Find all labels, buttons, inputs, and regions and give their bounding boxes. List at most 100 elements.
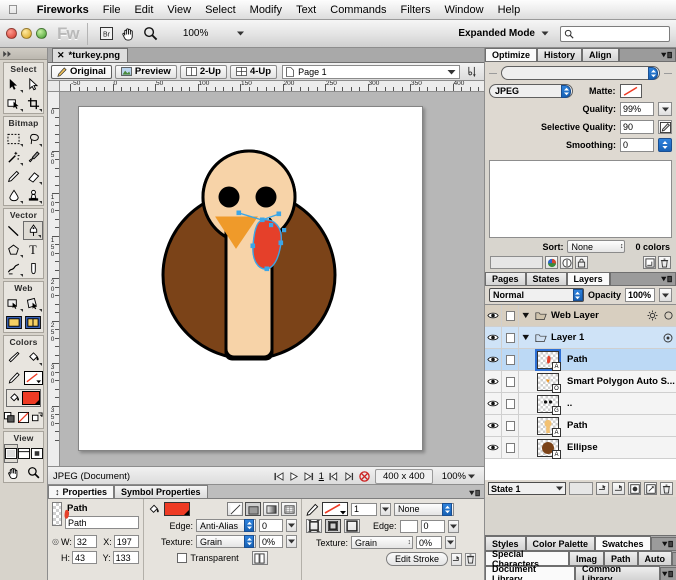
menu-item-edit[interactable]: Edit xyxy=(127,4,160,16)
pencil-tool[interactable] xyxy=(4,167,24,186)
rectangle-hotspot-tool[interactable] xyxy=(4,294,24,313)
lock-toggle[interactable] xyxy=(502,349,519,370)
turkey-artwork[interactable] xyxy=(79,107,422,450)
lock-toggle[interactable] xyxy=(502,371,519,392)
hand-icon[interactable] xyxy=(118,24,140,44)
tab-optimize[interactable]: Optimize xyxy=(485,48,538,61)
stroke-pencil-icon[interactable] xyxy=(306,503,319,516)
chevron-down-icon[interactable] xyxy=(447,69,456,75)
optimize-format-select[interactable]: JPEG xyxy=(489,84,573,98)
page-selector[interactable]: Page 1 xyxy=(282,64,460,79)
lock-toggle[interactable] xyxy=(502,393,519,414)
layer-row-eyes[interactable]: G .. xyxy=(485,393,676,415)
freeform-tool[interactable] xyxy=(4,259,24,278)
quality-dropdown[interactable] xyxy=(658,102,672,116)
special-characters-panel-menu[interactable] xyxy=(672,552,676,565)
menu-item-modify[interactable]: Modify xyxy=(243,4,289,16)
horizontal-ruler[interactable]: -50 0 50 100 150 200 250 300 350 400 xyxy=(60,81,484,92)
layer-target-icon[interactable] xyxy=(660,333,676,343)
stroke-texture-amount-dropdown[interactable] xyxy=(445,536,457,549)
eyedropper-tool[interactable] xyxy=(4,348,24,367)
tab-history[interactable]: History xyxy=(537,48,583,61)
fill-color-tool[interactable] xyxy=(7,391,22,405)
magic-wand-tool[interactable] xyxy=(4,148,24,167)
stroke-width-field[interactable]: 1 xyxy=(351,502,377,516)
hand-tool[interactable] xyxy=(4,463,24,482)
magnifier-icon[interactable] xyxy=(140,24,162,44)
rectangle-tool[interactable] xyxy=(4,240,24,259)
crop-tool[interactable] xyxy=(24,94,44,113)
stroke-outside-path-button[interactable] xyxy=(344,519,360,533)
blend-mode-select[interactable]: Normal xyxy=(489,288,584,302)
fill-edge-amount[interactable]: 0 xyxy=(259,519,283,532)
visibility-toggle[interactable] xyxy=(485,371,502,392)
matte-color-swatch[interactable] xyxy=(619,84,642,98)
tools-collapse-handle[interactable] xyxy=(0,48,47,60)
search-input[interactable] xyxy=(560,25,670,42)
full-screen-mode[interactable] xyxy=(30,444,44,463)
lock-toggle[interactable] xyxy=(502,327,519,348)
visibility-toggle[interactable] xyxy=(485,349,502,370)
tab-pages[interactable]: Pages xyxy=(485,272,526,285)
properties-panel-menu[interactable] xyxy=(208,489,484,498)
width-field[interactable]: 32 xyxy=(73,535,98,548)
canvas[interactable] xyxy=(78,106,423,451)
menu-item-text[interactable]: Text xyxy=(289,4,323,16)
sort-select[interactable]: None ↕ xyxy=(567,240,626,253)
text-tool[interactable]: T xyxy=(24,240,44,259)
layer-row-path-head[interactable]: A Path xyxy=(485,415,676,437)
fill-pattern-button[interactable] xyxy=(281,502,297,516)
bridge-icon[interactable]: Br xyxy=(96,24,118,44)
fill-bucket-icon[interactable] xyxy=(148,503,161,516)
stop-icon[interactable] xyxy=(359,471,370,482)
menu-item-file[interactable]: File xyxy=(96,4,128,16)
pen-tool[interactable] xyxy=(23,221,43,240)
menu-item-fireworks[interactable]: Fireworks xyxy=(30,4,96,16)
lasso-tool[interactable] xyxy=(24,129,44,148)
fill-edge-spinner[interactable] xyxy=(244,519,254,532)
visibility-toggle[interactable] xyxy=(485,437,502,458)
visibility-toggle[interactable] xyxy=(485,327,502,348)
layer-row-layer-1[interactable]: Layer 1 xyxy=(485,327,676,349)
stroke-width-dropdown[interactable] xyxy=(380,502,391,516)
layers-list[interactable]: Web Layer Layer 1 A Path O Smart Polygon… xyxy=(485,304,676,480)
layers-panel-menu[interactable] xyxy=(609,272,676,285)
edit-stroke-button[interactable]: Edit Stroke xyxy=(385,552,448,566)
polygon-hotspot-tool[interactable] xyxy=(24,294,44,313)
layer-thumbnail[interactable]: A xyxy=(533,416,563,437)
selective-quality-field[interactable]: 90 xyxy=(620,120,654,134)
lock-color-icon[interactable] xyxy=(575,256,588,269)
search-field[interactable] xyxy=(574,27,664,40)
layer-row-path-selected[interactable]: A Path xyxy=(485,348,676,371)
delete-color-icon[interactable] xyxy=(658,256,671,269)
menu-item-view[interactable]: View xyxy=(160,4,198,16)
fill-color-swatch[interactable] xyxy=(22,391,40,405)
smoothing-field[interactable]: 0 xyxy=(620,138,654,152)
new-layer-icon[interactable] xyxy=(644,482,657,495)
polygon-slice-tool[interactable] xyxy=(24,313,44,332)
stroke-texture-spinner[interactable]: ↕ xyxy=(408,539,412,546)
pointer-tool[interactable] xyxy=(4,75,24,94)
y-field[interactable]: 133 xyxy=(112,551,139,564)
x-field[interactable]: 197 xyxy=(113,535,139,548)
paint-bucket-tool[interactable] xyxy=(24,348,44,367)
ruler-corner[interactable] xyxy=(48,81,60,92)
transparent-checkbox[interactable] xyxy=(177,553,188,563)
layer-row-ellipse[interactable]: A Ellipse xyxy=(485,437,676,459)
state-select[interactable]: State 1 xyxy=(488,482,566,495)
tab-symbol-properties[interactable]: Symbol Properties xyxy=(114,485,208,498)
opacity-slider-dropdown[interactable] xyxy=(659,288,672,302)
optimize-preset-select[interactable] xyxy=(501,66,660,80)
tab-common-library[interactable]: Common Library xyxy=(574,564,660,580)
delete-layer-icon[interactable] xyxy=(660,482,673,495)
selective-quality-options-icon[interactable] xyxy=(658,120,672,134)
view-2up-button[interactable]: 2-Up xyxy=(179,64,227,79)
vertical-ruler[interactable]: 0 50 100 150 200 250 300 350 xyxy=(48,92,60,466)
lock-toggle[interactable] xyxy=(502,415,519,436)
fill-solid-button[interactable] xyxy=(245,502,261,516)
color-table[interactable] xyxy=(489,160,672,238)
height-field[interactable]: 43 xyxy=(71,551,97,564)
no-stroke-or-fill-icon[interactable] xyxy=(18,408,30,427)
zoom-tool[interactable] xyxy=(24,463,44,482)
rebuild-color-table-icon[interactable] xyxy=(545,256,558,269)
